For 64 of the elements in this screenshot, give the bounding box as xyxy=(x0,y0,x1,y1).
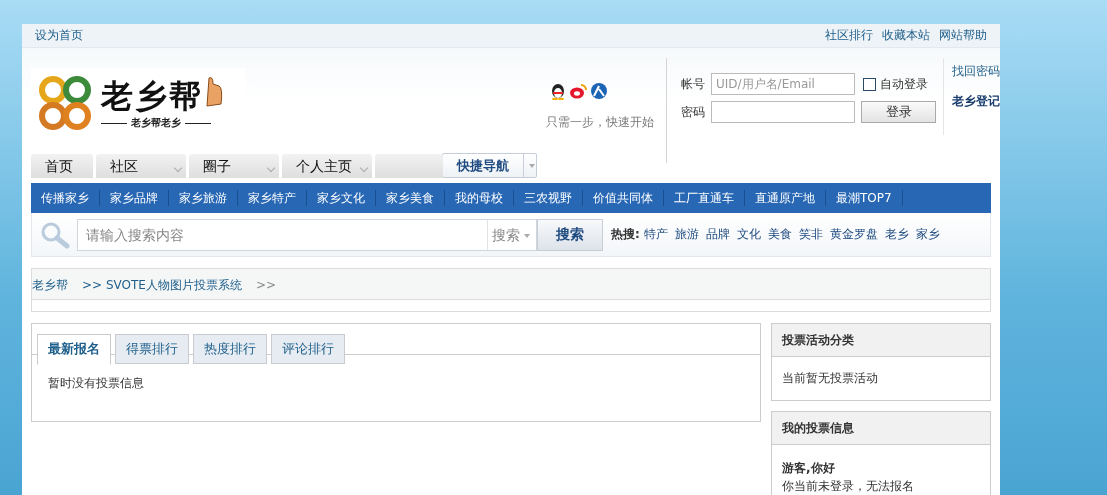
tab[interactable]: 评论排行 xyxy=(271,334,345,364)
account-link[interactable]: 找回密码 xyxy=(952,63,1000,80)
menu-item[interactable]: 传播家乡 xyxy=(31,190,100,206)
nav-tab[interactable] xyxy=(374,154,443,178)
hot-search-link[interactable]: 品牌 xyxy=(705,226,730,243)
tab[interactable]: 得票排行 xyxy=(115,334,189,364)
menu-item[interactable]: 家乡美食 xyxy=(376,190,445,206)
menu-item[interactable]: 家乡旅游 xyxy=(169,190,238,206)
search-scope-dropdown[interactable]: 搜索 xyxy=(487,219,536,250)
login-button[interactable]: 登录 xyxy=(861,101,936,123)
tab[interactable]: 热度排行 xyxy=(193,334,267,364)
thumbs-up-icon xyxy=(203,76,223,108)
search-icon xyxy=(40,220,70,249)
nav-tab[interactable]: 首页 xyxy=(31,154,93,178)
sidebar-text: 当前暂无投票活动 xyxy=(782,370,879,387)
menu-item[interactable]: 家乡特产 xyxy=(238,190,307,206)
breadcrumb-link[interactable]: >> SVOTE人物图片投票系统 xyxy=(82,276,242,294)
quick-nav-button[interactable]: 快捷导航 xyxy=(441,153,537,178)
empty-message: 暂时没有投票信息 xyxy=(47,375,145,392)
account-field[interactable]: UID/用户名/Email xyxy=(711,73,855,95)
menu-item[interactable]: 我的母校 xyxy=(445,190,514,206)
penguin-icon xyxy=(550,83,566,100)
logo-slogan: 老乡帮老乡 xyxy=(131,116,181,130)
sidebar-text: 你当前未登录，无法报名 xyxy=(782,478,915,495)
hot-search-link[interactable]: 美食 xyxy=(767,226,792,243)
nav-tab[interactable]: 社区 xyxy=(96,154,186,178)
menu-item[interactable]: 家乡文化 xyxy=(307,190,376,206)
password-label: 密码 xyxy=(681,103,705,121)
password-field[interactable] xyxy=(711,101,855,123)
auto-login-checkbox[interactable] xyxy=(863,77,876,91)
menu-item[interactable]: 最潮TOP7 xyxy=(826,190,903,206)
hot-search-label: 热搜: xyxy=(611,226,640,243)
search-field[interactable]: 请输入搜索内容 搜索 xyxy=(77,218,537,251)
nav-tab[interactable]: 个人主页 xyxy=(281,154,372,178)
hot-search-link[interactable]: 笑非 xyxy=(798,226,823,243)
quick-start-hint: 只需一步，快速开始 xyxy=(546,114,654,131)
menu-item[interactable]: 工厂直通车 xyxy=(664,190,745,206)
sidebar-card-title: 我的投票信息 xyxy=(772,412,990,445)
hot-search-link[interactable]: 特产 xyxy=(643,226,668,243)
hot-search-link[interactable]: 家乡 xyxy=(915,226,940,243)
top-link[interactable]: 收藏本站 xyxy=(882,27,930,44)
tab[interactable]: 最新报名 xyxy=(37,334,111,365)
menu-item[interactable]: 价值共同体 xyxy=(583,190,664,206)
hot-search-link[interactable]: 黄金罗盘 xyxy=(829,226,878,243)
set-homepage-link[interactable]: 设为首页 xyxy=(35,27,83,44)
logo-title: 老乡帮 xyxy=(101,76,203,116)
search-button[interactable]: 搜索 xyxy=(537,218,603,251)
menu-item[interactable]: 三农视野 xyxy=(514,190,583,206)
hot-search-link[interactable]: 老乡 xyxy=(884,226,909,243)
caret-icon xyxy=(528,163,535,168)
hot-search-link[interactable]: 文化 xyxy=(736,226,761,243)
sidebar-text: 游客,你好 xyxy=(782,460,836,477)
menu-item[interactable]: 直通原产地 xyxy=(745,190,826,206)
top-link[interactable]: 社区排行 xyxy=(825,27,873,44)
top-link[interactable]: 网站帮助 xyxy=(939,27,987,44)
account-label: 帐号 xyxy=(681,75,705,93)
nav-tab[interactable]: 圈子 xyxy=(189,154,279,178)
person-circle-icon xyxy=(591,83,607,99)
sidebar-card-title: 投票活动分类 xyxy=(772,324,990,357)
hot-search-link[interactable]: 旅游 xyxy=(674,226,699,243)
menu-item[interactable]: 家乡品牌 xyxy=(100,190,169,206)
auto-login-label: 自动登录 xyxy=(880,75,928,93)
breadcrumb-link[interactable]: 老乡帮 xyxy=(32,276,68,294)
account-link[interactable]: 老乡登记 xyxy=(952,93,1000,110)
